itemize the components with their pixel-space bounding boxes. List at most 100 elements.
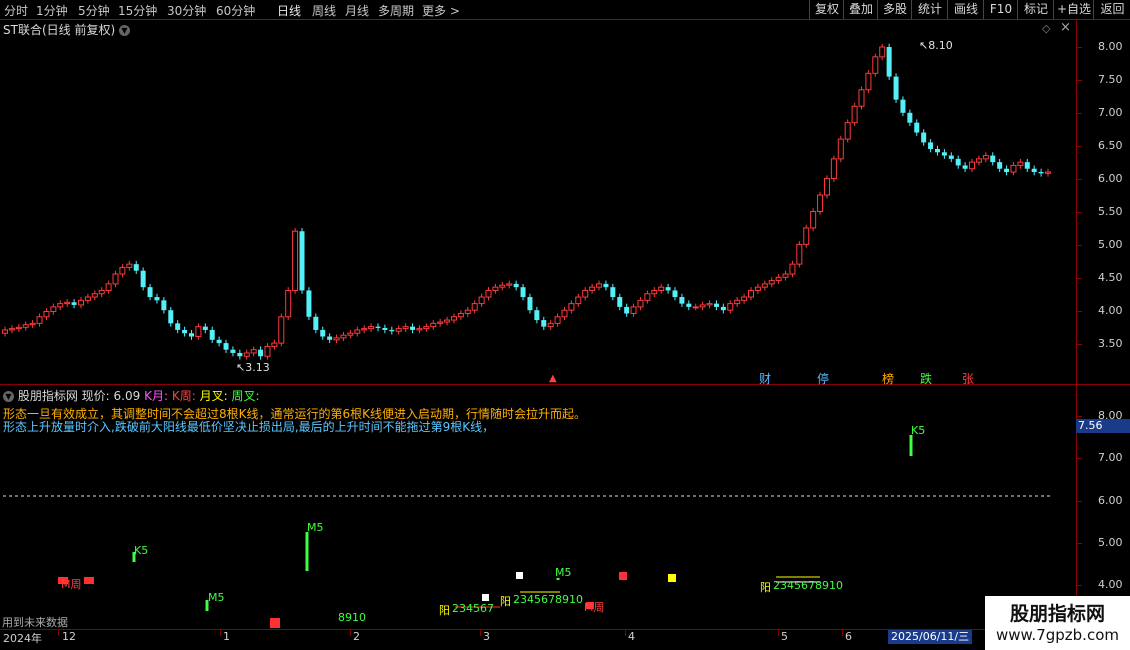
candle-body bbox=[844, 122, 851, 140]
candle-body bbox=[140, 270, 146, 288]
event-tag-halt[interactable]: 停 bbox=[817, 370, 829, 387]
event-tag-finance[interactable]: 财 bbox=[759, 370, 771, 387]
candle-body bbox=[789, 263, 796, 275]
candle-body bbox=[534, 310, 540, 321]
candle-body bbox=[450, 316, 457, 321]
candle-body bbox=[969, 161, 976, 170]
candle-body bbox=[768, 280, 775, 285]
candle-body bbox=[464, 309, 471, 314]
mark-count: 8910 bbox=[338, 611, 366, 624]
candle-body bbox=[914, 122, 920, 133]
candle-body bbox=[706, 303, 713, 306]
main-y-tick: 5.00 bbox=[1098, 238, 1123, 251]
candle-body bbox=[962, 165, 968, 169]
candle-body bbox=[568, 303, 575, 311]
candle-body bbox=[168, 310, 174, 324]
y-tick-mark bbox=[1077, 543, 1082, 544]
candle-body bbox=[907, 112, 913, 123]
candle-body bbox=[1017, 161, 1024, 166]
candle-body bbox=[990, 155, 996, 163]
candle-body bbox=[658, 286, 665, 291]
candle-body bbox=[1031, 168, 1037, 173]
candle-body bbox=[395, 328, 402, 332]
candle-body bbox=[1045, 171, 1051, 174]
indicator-block bbox=[84, 577, 94, 584]
y-tick-mark bbox=[1077, 344, 1082, 345]
main-y-tick: 6.00 bbox=[1098, 172, 1123, 185]
event-tag-drop[interactable]: 跌 bbox=[920, 370, 932, 387]
candle-body bbox=[84, 296, 91, 301]
candle-body bbox=[554, 316, 561, 324]
mark-m-week: M周 bbox=[61, 578, 82, 591]
candle-body bbox=[1038, 172, 1044, 174]
candle-body bbox=[313, 316, 319, 330]
candle-body bbox=[382, 327, 388, 330]
event-tag-list[interactable]: 榜 bbox=[882, 370, 894, 387]
indicator-y-tick: 6.00 bbox=[1098, 494, 1123, 507]
candle-body bbox=[389, 329, 395, 332]
candle-body bbox=[457, 312, 464, 318]
candle-body bbox=[686, 303, 692, 307]
watermark-title: 股朋指标网 bbox=[1009, 603, 1105, 625]
candle-body bbox=[948, 155, 954, 159]
candle-body bbox=[91, 293, 98, 298]
candle-body bbox=[506, 283, 513, 286]
candle-body bbox=[665, 287, 671, 291]
candle-body bbox=[803, 227, 810, 245]
kline-chart[interactable] bbox=[0, 0, 1076, 650]
y-tick-mark bbox=[1077, 245, 1082, 246]
candle-body bbox=[292, 230, 299, 291]
candle-body bbox=[119, 266, 126, 275]
candle-body bbox=[202, 326, 208, 330]
candle-body bbox=[147, 287, 153, 298]
candle-body bbox=[720, 306, 726, 311]
watermark: 股朋指标网 www.7gpzb.com bbox=[985, 596, 1130, 650]
candle-body bbox=[50, 306, 57, 313]
arrow-icon: ↖ bbox=[919, 39, 929, 52]
mark-m5: M5 bbox=[307, 521, 324, 534]
indicator-y-tick: 5.00 bbox=[1098, 536, 1123, 549]
candle-body bbox=[921, 132, 927, 143]
candle-body bbox=[934, 148, 940, 153]
candle-body bbox=[36, 316, 43, 324]
candle-body bbox=[741, 296, 748, 301]
candle-body bbox=[188, 333, 194, 337]
candle-body bbox=[126, 263, 133, 268]
candle-body bbox=[499, 284, 506, 288]
candle-body bbox=[29, 322, 36, 326]
candle-body bbox=[596, 283, 603, 288]
candle-body bbox=[982, 155, 989, 160]
candle-body bbox=[22, 324, 29, 328]
candle-body bbox=[485, 289, 492, 298]
candle-body bbox=[513, 283, 519, 288]
candle-body bbox=[754, 286, 761, 291]
indicator-y-tick: 7.00 bbox=[1098, 451, 1123, 464]
y-tick-mark bbox=[1077, 212, 1082, 213]
candle-body bbox=[541, 320, 547, 327]
candle-body bbox=[71, 302, 77, 305]
candle-body bbox=[285, 289, 292, 318]
candle-body bbox=[997, 162, 1003, 169]
candle-body bbox=[216, 339, 222, 344]
main-y-tick: 4.00 bbox=[1098, 304, 1123, 317]
main-y-tick: 7.00 bbox=[1098, 106, 1123, 119]
candle-body bbox=[575, 296, 582, 305]
candle-body bbox=[547, 322, 554, 328]
mark-count: 2345678910 bbox=[773, 579, 843, 592]
candle-body bbox=[928, 142, 934, 149]
back-button[interactable]: 返回 bbox=[1093, 0, 1130, 19]
mark-count: 2345678910 bbox=[513, 593, 583, 606]
mark-m5: M5 bbox=[555, 566, 572, 579]
main-y-tick: 7.50 bbox=[1098, 73, 1123, 86]
candle-body bbox=[15, 326, 22, 330]
watermark-url: www.7gpzb.com bbox=[996, 626, 1119, 644]
candle-body bbox=[761, 283, 768, 288]
candle-body bbox=[692, 306, 699, 309]
main-y-tick: 8.00 bbox=[1098, 40, 1123, 53]
candle-body bbox=[879, 46, 886, 58]
indicator-block bbox=[482, 594, 489, 601]
candle-body bbox=[105, 283, 112, 291]
event-tag-rise[interactable]: 张 bbox=[962, 370, 974, 387]
candle-body bbox=[175, 323, 181, 330]
candle-body bbox=[617, 297, 623, 307]
